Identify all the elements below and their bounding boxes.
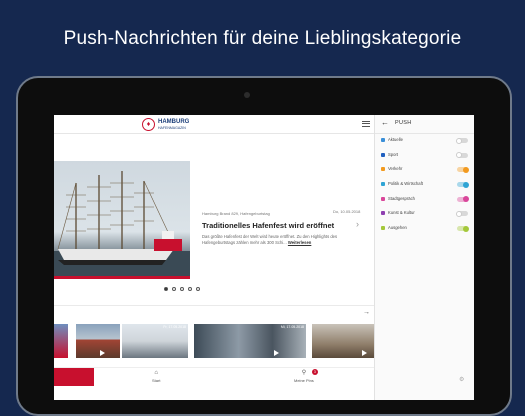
article-teaser: Das größte Hafenfest der Welt wird heute… bbox=[202, 234, 342, 246]
pins-badge: 3 bbox=[311, 369, 318, 375]
nav-start[interactable]: ⌂ Start bbox=[152, 370, 160, 383]
panel-header: ← PUSH bbox=[375, 115, 474, 134]
bottom-nav: ⌂ Start ⚲ 3 Meine Pins bbox=[54, 367, 374, 386]
push-settings-panel: ← PUSH Aktuelle Sport Verkehr Politik & Wir… bbox=[374, 115, 474, 400]
category-row: Ausgehen bbox=[375, 222, 474, 237]
category-color-swatch bbox=[381, 196, 385, 201]
carousel-dot[interactable] bbox=[164, 287, 168, 291]
logo-name: HAMBURG bbox=[158, 118, 190, 125]
category-color-swatch bbox=[381, 152, 385, 157]
category-label: Politik & Wirtschaft bbox=[388, 181, 423, 187]
thumb-card[interactable] bbox=[312, 324, 374, 358]
teaser-text: Das größte Hafenfest der Welt wird heute… bbox=[202, 234, 338, 245]
category-row: Kunst & Kultur bbox=[375, 207, 474, 222]
camera-icon bbox=[244, 92, 250, 98]
category-row: Verkehr bbox=[375, 163, 474, 178]
toggle-knob bbox=[463, 181, 469, 188]
category-color-swatch bbox=[381, 167, 385, 172]
category-row: Aktuelle bbox=[375, 134, 474, 149]
category-label: Aktuelle bbox=[388, 137, 403, 142]
carousel-dot[interactable] bbox=[172, 287, 176, 291]
category-list: Aktuelle Sport Verkehr Politik & Wirtschaft… bbox=[375, 134, 474, 237]
category-toggle[interactable] bbox=[456, 137, 468, 144]
promo-headline: Push-Nachrichten für deine Lieblingskate… bbox=[63, 28, 462, 49]
tablet-frame: ♦ HAMBURG HAFENMAGAZIN Hamburg Brand 829… bbox=[16, 76, 512, 416]
tablet-screen: ♦ HAMBURG HAFENMAGAZIN Hamburg Brand 829… bbox=[54, 115, 474, 400]
play-icon bbox=[100, 350, 105, 356]
play-icon bbox=[362, 350, 367, 356]
carousel-next-icon[interactable]: › bbox=[356, 219, 359, 229]
category-label: Kunst & Kultur bbox=[388, 210, 415, 216]
thumb-card[interactable]: Fr, 17.05.2018 bbox=[122, 324, 188, 358]
category-row: Politik & Wirtschaft bbox=[375, 178, 474, 193]
category-label: Stadtgespräch bbox=[388, 195, 416, 201]
category-color-swatch bbox=[381, 211, 385, 216]
toggle-knob bbox=[463, 166, 469, 173]
category-color-swatch bbox=[381, 138, 385, 142]
strip-arrow-right-icon[interactable]: → bbox=[363, 309, 370, 316]
category-toggle[interactable] bbox=[457, 196, 469, 203]
nav-meine-pins[interactable]: ⚲ 3 Meine Pins bbox=[294, 369, 318, 383]
back-arrow-icon[interactable]: ← bbox=[381, 118, 389, 127]
article-title[interactable]: Traditionelles Hafenfest wird eröffnet bbox=[202, 221, 334, 230]
thumb-card[interactable] bbox=[54, 324, 68, 358]
category-color-swatch bbox=[381, 182, 385, 187]
gear-icon[interactable]: ⚙ bbox=[459, 376, 464, 383]
carousel-dot[interactable] bbox=[188, 287, 192, 291]
panel-title: PUSH bbox=[395, 120, 412, 126]
active-indicator bbox=[54, 368, 94, 386]
ship-photo[interactable] bbox=[54, 161, 190, 279]
read-more-link[interactable]: Weiterlesen bbox=[288, 240, 311, 245]
carousel-dot[interactable] bbox=[180, 287, 184, 291]
category-toggle[interactable] bbox=[457, 225, 469, 232]
carousel-dot[interactable] bbox=[196, 287, 200, 291]
logo-subtitle: HAFENMAGAZIN bbox=[158, 125, 186, 130]
toggle-knob bbox=[456, 210, 462, 217]
article-strip: → Fr, 17.05.2018 Mi, 17.05.2018 bbox=[54, 305, 374, 368]
category-toggle[interactable] bbox=[457, 166, 469, 173]
app-header: ♦ HAMBURG HAFENMAGAZIN bbox=[54, 115, 374, 134]
category-row: Stadtgespräch bbox=[375, 193, 474, 208]
play-icon bbox=[274, 350, 279, 356]
toggle-knob bbox=[463, 225, 469, 232]
hamburger-menu-icon[interactable] bbox=[362, 119, 370, 127]
category-label: Verkehr bbox=[388, 166, 403, 172]
home-icon: ⌂ bbox=[154, 370, 159, 376]
news-app: ♦ HAMBURG HAFENMAGAZIN Hamburg Brand 829… bbox=[54, 115, 374, 386]
category-color-swatch bbox=[381, 226, 385, 231]
pin-icon: ⚲ 3 bbox=[294, 369, 318, 377]
toggle-knob bbox=[456, 137, 462, 144]
category-toggle[interactable] bbox=[457, 181, 469, 188]
category-toggle[interactable] bbox=[456, 152, 468, 159]
category-label: Sport bbox=[388, 151, 399, 157]
thumb-card[interactable] bbox=[76, 324, 120, 358]
category-toggle[interactable] bbox=[456, 210, 468, 217]
carousel-dots bbox=[164, 287, 200, 291]
toggle-knob bbox=[463, 196, 469, 203]
article-date: Do, 10.05.2018 bbox=[333, 209, 361, 214]
category-label: Ausgehen bbox=[388, 225, 407, 231]
toggle-knob bbox=[456, 152, 462, 159]
category-row: Sport bbox=[375, 149, 474, 164]
article-meta: Hamburg Brand 829, Hafengeburtstag bbox=[202, 211, 270, 216]
hero-carousel[interactable]: Hamburg Brand 829, Hafengeburtstag Do, 1… bbox=[54, 161, 374, 281]
app-logo[interactable]: ♦ HAMBURG HAFENMAGAZIN bbox=[142, 118, 189, 131]
logo-mark-icon: ♦ bbox=[142, 118, 155, 131]
thumb-card[interactable]: Mi, 17.05.2018 bbox=[194, 324, 306, 358]
